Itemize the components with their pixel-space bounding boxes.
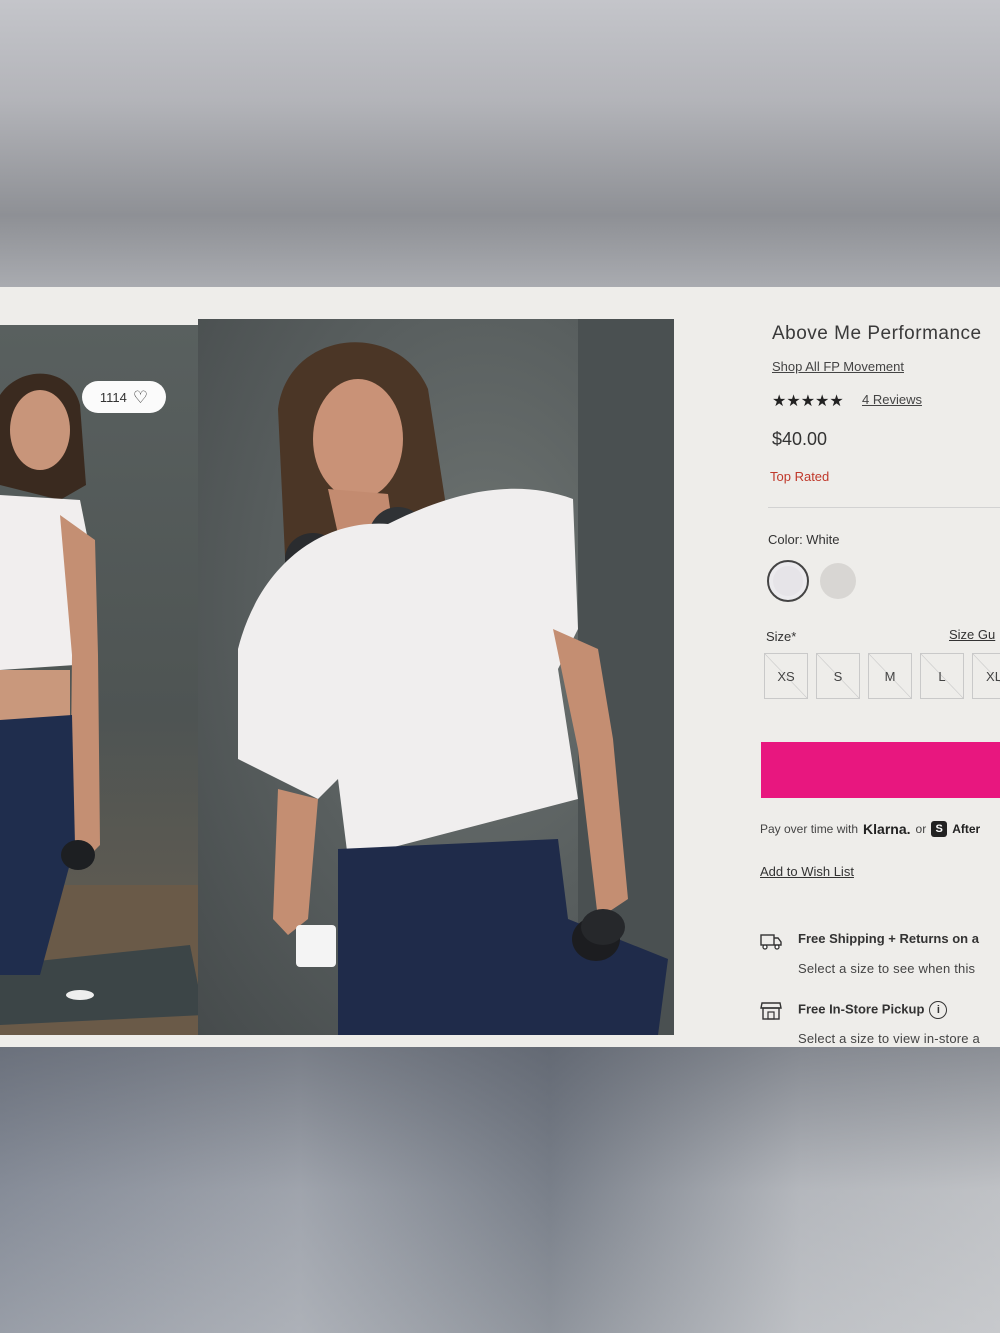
size-option-s[interactable]: S	[816, 653, 860, 699]
in-store-pickup-title: Free In-Store Pickup i	[798, 1001, 948, 1019]
truck-icon	[760, 934, 782, 950]
size-option-xl[interactable]: XL	[972, 653, 1000, 699]
size-option-l[interactable]: L	[920, 653, 964, 699]
divider	[768, 507, 1000, 508]
color-swatch-grey[interactable]	[820, 563, 856, 599]
klarna-logo[interactable]: Klarna.	[863, 821, 910, 837]
model-figure-main	[238, 319, 674, 1035]
color-label: Color: White	[768, 532, 840, 547]
size-option-m[interactable]: M	[868, 653, 912, 699]
payment-options: Pay over time with Klarna. or S After	[760, 821, 980, 837]
in-store-pickup-subtitle: Select a size to view in-store a	[798, 1031, 980, 1046]
add-to-bag-button[interactable]	[761, 742, 1000, 798]
heart-icon: ♡	[132, 387, 149, 407]
product-image-secondary[interactable]: 1114 ♡	[0, 325, 204, 1035]
store-icon	[760, 1002, 782, 1020]
or-text: or	[915, 822, 927, 836]
rating-stars: ★★★★★	[772, 393, 844, 410]
afterpay-icon: S	[931, 821, 948, 837]
likes-button[interactable]: 1114 ♡	[82, 381, 166, 413]
model-figure-left	[0, 373, 204, 1035]
product-price: $40.00	[772, 429, 828, 449]
size-guide-link[interactable]: Size Gu	[949, 627, 995, 642]
reviews-link[interactable]: 4 Reviews	[862, 392, 922, 407]
free-shipping-subtitle: Select a size to see when this	[798, 961, 976, 976]
product-details-panel: Above Me Performance Shop All FP Movemen…	[758, 287, 1000, 1047]
shop-all-link[interactable]: Shop All FP Movement	[772, 359, 904, 374]
likes-count: 1114	[99, 389, 127, 405]
afterpay-logo[interactable]: After	[952, 822, 980, 836]
top-rated-badge: Top Rated	[770, 469, 830, 484]
size-label: Size*	[766, 629, 797, 644]
in-store-pickup-label: Free In-Store Pickup	[798, 1001, 925, 1017]
product-title: Above Me Performance	[772, 323, 982, 344]
monitor-screen: 1114 ♡ Above Me Performance Shop All FP …	[0, 287, 1000, 1047]
product-image-main[interactable]	[198, 319, 674, 1035]
add-to-wishlist-link[interactable]: Add to Wish List	[760, 864, 854, 879]
blurred-background-top	[0, 0, 1000, 287]
free-shipping-title: Free Shipping + Returns on a	[798, 931, 979, 946]
pay-over-time-text: Pay over time with	[760, 822, 859, 836]
info-icon[interactable]: i	[929, 1001, 948, 1019]
blurred-background-bottom	[0, 1047, 1000, 1333]
color-swatch-white[interactable]	[767, 560, 809, 602]
size-option-xs[interactable]: XS	[764, 653, 808, 699]
